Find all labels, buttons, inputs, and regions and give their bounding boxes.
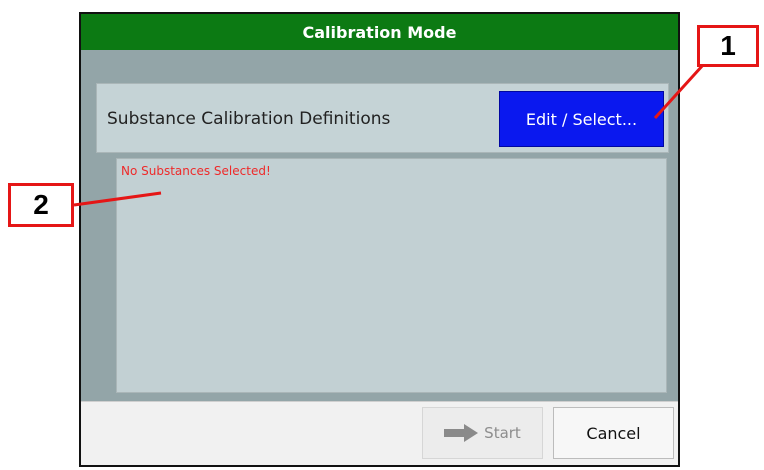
callout-1: 1: [697, 25, 759, 67]
dialog-footer: Start Cancel: [81, 401, 678, 465]
dialog-body: Substance Calibration Definitions Edit /…: [81, 50, 678, 402]
edit-select-button[interactable]: Edit / Select...: [499, 91, 664, 147]
definitions-header: Substance Calibration Definitions Edit /…: [96, 83, 669, 153]
dialog-title: Calibration Mode: [81, 14, 678, 50]
cancel-button[interactable]: Cancel: [553, 407, 674, 459]
start-button-label: Start: [484, 424, 521, 442]
start-button[interactable]: Start: [422, 407, 543, 459]
definitions-label: Substance Calibration Definitions: [107, 109, 391, 129]
arrow-right-icon: [444, 424, 479, 442]
callout-2: 2: [8, 183, 74, 227]
substance-list[interactable]: No Substances Selected!: [116, 158, 667, 393]
empty-list-message: No Substances Selected!: [121, 164, 271, 178]
calibration-mode-dialog: Calibration Mode Substance Calibration D…: [79, 12, 680, 467]
